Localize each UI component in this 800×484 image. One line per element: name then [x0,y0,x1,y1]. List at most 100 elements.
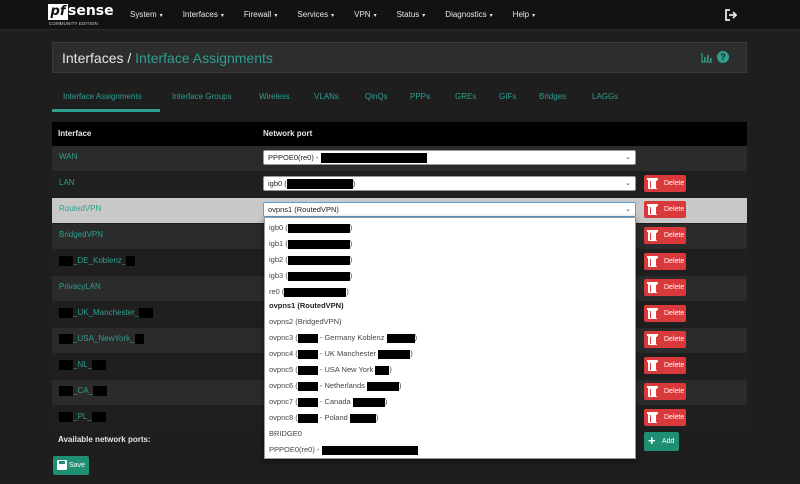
floppy-disk-icon [57,460,67,470]
network-port-dropdown: igb0 () igb1 () igb2 () igb3 () re0 () o… [264,217,636,459]
tab-vlans[interactable]: VLANs [314,85,339,111]
redacted-value [92,359,107,370]
redacted-value [134,333,144,344]
menu-interfaces[interactable]: Interfaces ▾ [183,0,224,30]
tab-gifs[interactable]: GIFs [499,85,516,111]
active-tab-indicator [52,109,160,112]
tab-bridges[interactable]: Bridges [539,85,566,111]
menu-firewall[interactable]: Firewall ▾ [244,0,278,30]
breadcrumb-root[interactable]: Interfaces [62,50,123,66]
menu-services[interactable]: Services ▾ [297,0,334,30]
redacted-value [352,397,385,407]
redacted-value [297,349,318,359]
interface-link-uk-manchester[interactable]: _UK_Manchester_ [59,302,154,323]
dropdown-option[interactable]: re0 () [269,284,349,299]
interface-link-usa-newyork[interactable]: _USA_NewYork_ [59,328,144,349]
interface-link-pl[interactable]: _PL_ [59,406,106,427]
dropdown-option[interactable]: igb2 () [269,252,352,267]
dropdown-option[interactable]: ovpns2 (BridgedVPN) [269,314,342,329]
delete-button[interactable]: Delete [644,279,686,296]
dropdown-option[interactable]: ovpnc8 ( - Poland ) [269,410,378,425]
dropdown-option[interactable]: PPPOE0(re0) - [269,442,418,457]
sign-out-icon[interactable] [724,8,738,22]
interface-link-de-koblenz[interactable]: _DE_Koblenz_ [59,250,136,271]
interface-link-ca[interactable]: _CA_ [59,380,108,401]
menu-status[interactable]: Status ▾ [397,0,426,30]
interface-link-wan[interactable]: WAN [59,146,77,167]
trash-icon [647,256,658,267]
network-port-select[interactable]: ovpns1 (RoutedVPN) ⌄ [263,202,636,217]
page-title: Interfaces / Interface Assignments [62,50,273,66]
dropdown-option[interactable]: ovpnc7 ( - Canada ) [269,394,387,409]
logo-edition: COMMUNITY EDITION [49,21,98,26]
tab-interface-groups[interactable]: Interface Groups [172,85,232,111]
dropdown-option-selected[interactable]: ovpns1 (RoutedVPN) [269,298,344,313]
interface-link-nl[interactable]: _NL_ [59,354,107,375]
save-button[interactable]: Save [53,456,89,475]
tab-interface-assignments[interactable]: Interface Assignments [63,85,142,111]
trash-icon [647,282,658,293]
dropdown-option[interactable]: igb0 () [269,220,352,235]
column-header-interface: Interface [58,129,92,138]
breadcrumb-separator: / [123,50,136,66]
tab-laggs[interactable]: LAGGs [592,85,618,111]
add-button[interactable]: + Add [644,432,679,451]
delete-button[interactable]: Delete [644,357,686,374]
redacted-value [287,239,350,249]
dropdown-option[interactable]: ovpnc6 ( - Netherlands ) [269,378,401,393]
interface-link-routedvpn[interactable]: RoutedVPN [59,198,101,219]
redacted-value [59,255,73,266]
chevron-down-icon: ▾ [220,13,224,19]
interface-link-bridgedvpn[interactable]: BridgedVPN [59,224,103,245]
delete-button[interactable]: Delete [644,227,686,244]
delete-button[interactable]: Delete [644,409,686,426]
menu-vpn[interactable]: VPN ▾ [354,0,376,30]
column-header-network-port: Network port [263,129,313,138]
breadcrumb-current[interactable]: Interface Assignments [135,50,273,66]
delete-button[interactable]: Delete [644,253,686,270]
top-navbar: pf sense COMMUNITY EDITION System ▾ Inter… [0,0,800,30]
dropdown-option[interactable]: ovpnc5 ( - USA New York ) [269,362,392,377]
redacted-value [284,287,347,297]
dropdown-option[interactable]: ovpnc3 ( - Germany Koblenz ) [269,330,417,345]
chevron-down-icon: ⌄ [625,154,631,161]
network-port-select[interactable]: PPPOE0(re0) - ⌄ [263,150,636,165]
plus-icon: + [648,433,656,448]
table-row: WAN PPPOE0(re0) - ⌄ [52,146,747,171]
redacted-value [349,413,376,423]
menu-help[interactable]: Help ▾ [513,0,535,30]
interface-link-privacylan[interactable]: PrivacyLAN [59,276,101,297]
menu-system[interactable]: System ▾ [130,0,163,30]
delete-button[interactable]: Delete [644,305,686,322]
interface-link-lan[interactable]: LAN [59,172,75,193]
network-port-select[interactable]: igb0 () ⌄ [263,176,636,191]
redacted-value [297,365,318,375]
dropdown-option[interactable]: igb1 () [269,236,352,251]
chevron-down-icon: ⌄ [625,206,631,213]
delete-button[interactable]: Delete [644,383,686,400]
delete-button[interactable]: Delete [644,175,686,192]
tab-qinqs[interactable]: QinQs [365,85,388,111]
dropdown-option[interactable]: igb3 () [269,268,352,283]
redacted-value [297,333,318,343]
dropdown-option[interactable]: BRIDGE0 [269,426,302,441]
question-circle-icon[interactable]: ? [717,51,729,63]
redacted-value [59,307,73,318]
breadcrumb: Interfaces / Interface Assignments ? [52,42,747,73]
redacted-value [93,385,108,396]
tab-wireless[interactable]: Wireless [259,85,290,111]
menu-diagnostics[interactable]: Diagnostics ▾ [445,0,492,30]
tab-ppps[interactable]: PPPs [410,85,430,111]
redacted-value [59,333,73,344]
chevron-down-icon: ⌄ [625,180,631,187]
pfsense-logo[interactable]: pf sense COMMUNITY EDITION [48,3,114,27]
tab-gres[interactable]: GREs [455,85,476,111]
bar-chart-icon[interactable] [701,52,713,63]
delete-button[interactable]: Delete [644,331,686,348]
tab-bar: Interface Assignments Interface Groups W… [52,85,747,112]
logo-wordmark: sense [68,3,114,19]
redacted-value [297,381,318,391]
dropdown-option[interactable]: ovpnc4 ( - UK Manchester ) [269,346,413,361]
delete-button[interactable]: Delete [644,201,686,218]
redacted-value [297,413,318,423]
